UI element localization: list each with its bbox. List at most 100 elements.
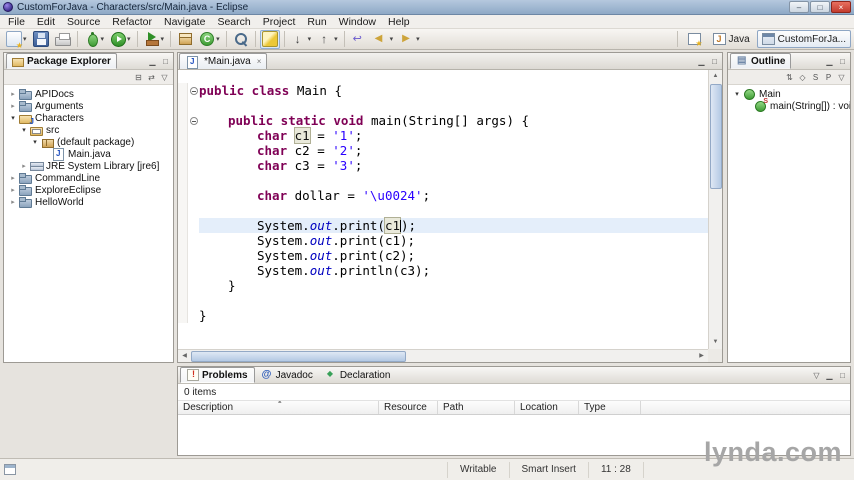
code-line[interactable] — [178, 293, 708, 308]
menu-window[interactable]: Window — [333, 16, 382, 28]
menu-navigate[interactable]: Navigate — [158, 16, 211, 28]
hide-static-members-icon[interactable]: S — [809, 71, 822, 84]
package-explorer-tree[interactable]: ▸ APIDocs ▸ Arguments ▾ Characters ▾ src ▾ (defau… — [4, 86, 173, 362]
perspective-customforja-button[interactable]: CustomForJa... — [756, 30, 851, 48]
expander-icon[interactable]: ▾ — [732, 90, 742, 98]
expander-icon[interactable]: ▸ — [8, 186, 18, 194]
tree-item[interactable]: ▸ JRE System Library [jre6] — [4, 160, 173, 172]
editor-vertical-scrollbar[interactable]: ▲ ▼ — [708, 70, 722, 349]
hide-non-public-members-icon[interactable]: P — [822, 71, 835, 84]
code-line[interactable]: char dollar = '\u0024'; — [178, 188, 708, 203]
debug-button[interactable]: ▾ — [82, 30, 107, 49]
run-button[interactable]: ▾ — [108, 30, 133, 49]
column-header-path[interactable]: Path — [438, 401, 515, 414]
dropdown-arrow-icon[interactable]: ▾ — [161, 35, 165, 43]
maximize-view-icon[interactable]: □ — [159, 55, 172, 68]
menu-project[interactable]: Project — [257, 16, 302, 28]
dropdown-arrow-icon[interactable]: ▾ — [416, 35, 420, 43]
search-button[interactable] — [231, 30, 251, 49]
editor-trim-icon[interactable] — [4, 464, 16, 475]
scroll-down-icon[interactable]: ▼ — [709, 336, 722, 349]
last-edit-location-button[interactable] — [349, 30, 369, 49]
scroll-up-icon[interactable]: ▲ — [709, 70, 722, 83]
titlebar[interactable]: CustomForJava - Characters/src/Main.java… — [0, 0, 854, 15]
save-button[interactable] — [31, 30, 51, 49]
tree-item[interactable]: main(String[]) : void — [728, 98, 850, 112]
maximize-view-icon[interactable]: □ — [836, 369, 849, 382]
code-line[interactable] — [178, 173, 708, 188]
menu-file[interactable]: File — [2, 16, 31, 28]
code-line[interactable]: System.out.print(c1); — [178, 218, 708, 233]
forward-button[interactable]: ▾ — [397, 30, 422, 49]
maximize-button[interactable]: □ — [810, 1, 830, 13]
menu-search[interactable]: Search — [211, 16, 256, 28]
expander-icon[interactable]: ▸ — [8, 102, 18, 110]
minimize-view-icon[interactable]: ▁ — [146, 55, 159, 68]
code-line[interactable]: System.out.print(c1); — [178, 233, 708, 248]
scroll-left-icon[interactable]: ◀ — [178, 350, 191, 363]
menu-edit[interactable]: Edit — [31, 16, 61, 28]
minimize-view-icon[interactable]: ▁ — [823, 369, 836, 382]
dropdown-arrow-icon[interactable]: ▾ — [23, 35, 27, 43]
dropdown-arrow-icon[interactable]: ▾ — [334, 35, 338, 43]
editor-tab-close-icon[interactable]: × — [257, 57, 262, 66]
tree-item[interactable]: Main.java — [4, 148, 173, 161]
editor-tab-main-java[interactable]: *Main.java × — [179, 53, 268, 69]
view-menu-icon[interactable]: ▽ — [158, 71, 171, 84]
tree-item[interactable]: ▾ Main — [728, 88, 850, 100]
run-external-tools-button[interactable]: ▾ — [142, 30, 167, 49]
code-line[interactable]: char c1 = '1'; — [178, 128, 708, 143]
expander-icon[interactable]: ▸ — [8, 90, 18, 98]
menu-source[interactable]: Source — [61, 16, 106, 28]
previous-annotation-button[interactable]: ▾ — [315, 30, 340, 49]
code-line[interactable] — [178, 98, 708, 113]
scroll-right-icon[interactable]: ▶ — [695, 350, 708, 363]
code-line[interactable]: char c2 = '2'; — [178, 143, 708, 158]
dropdown-arrow-icon[interactable]: ▾ — [216, 35, 220, 43]
print-button[interactable] — [53, 30, 73, 49]
expander-icon[interactable]: ▸ — [8, 198, 18, 206]
dropdown-arrow-icon[interactable]: ▾ — [127, 35, 131, 43]
sort-icon[interactable]: ⇅ — [783, 71, 796, 84]
tab-problems[interactable]: Problems — [180, 367, 255, 383]
expander-icon[interactable]: ▸ — [8, 174, 18, 182]
tree-item[interactable]: ▸ Arguments — [4, 100, 173, 112]
collapse-all-icon[interactable]: ⊟ — [132, 71, 145, 84]
package-explorer-tab[interactable]: Package Explorer — [6, 53, 117, 69]
tree-item[interactable]: ▸ CommandLine — [4, 172, 173, 184]
code-line[interactable]: System.out.print(c2); — [178, 248, 708, 263]
back-button[interactable]: ▾ — [371, 30, 396, 49]
tab-javadoc[interactable]: Javadoc — [255, 367, 319, 383]
fold-collapse-icon[interactable] — [189, 86, 198, 95]
mark-occurrences-button[interactable] — [259, 29, 280, 49]
new-wizard-button[interactable]: ▾ — [4, 30, 29, 50]
outline-tree[interactable]: ▾ Mainmain(String[]) : void — [728, 86, 850, 362]
code-line[interactable]: char c3 = '3'; — [178, 158, 708, 173]
menu-refactor[interactable]: Refactor — [106, 16, 158, 28]
tree-item[interactable]: ▾ src — [4, 124, 173, 136]
new-java-class-button[interactable]: ▾ — [197, 30, 222, 49]
tab-declaration[interactable]: Declaration — [319, 367, 397, 383]
column-header-location[interactable]: Location — [515, 401, 579, 414]
tree-item[interactable]: ▸ ExploreEclipse — [4, 184, 173, 196]
minimize-view-icon[interactable]: ▁ — [823, 55, 836, 68]
column-header-resource[interactable]: Resource — [379, 401, 438, 414]
menu-run[interactable]: Run — [301, 16, 332, 28]
fold-collapse-icon[interactable] — [189, 116, 198, 125]
dropdown-arrow-icon[interactable]: ▾ — [390, 35, 394, 43]
maximize-editor-icon[interactable]: □ — [708, 55, 721, 68]
expander-icon[interactable]: ▾ — [19, 126, 29, 134]
minimize-editor-icon[interactable]: ▁ — [695, 55, 708, 68]
minimize-button[interactable]: – — [789, 1, 809, 13]
expander-icon[interactable]: ▾ — [30, 138, 40, 146]
dropdown-arrow-icon[interactable]: ▾ — [308, 35, 312, 43]
view-menu-icon[interactable]: ▽ — [835, 71, 848, 84]
open-perspective-button[interactable] — [683, 30, 706, 48]
dropdown-arrow-icon[interactable]: ▾ — [101, 35, 105, 43]
code-area[interactable]: public class Main {public static void ma… — [178, 70, 708, 349]
maximize-view-icon[interactable]: □ — [836, 55, 849, 68]
column-header-description[interactable]: Description ▴ — [178, 401, 379, 414]
code-line[interactable]: } — [178, 278, 708, 293]
code-line[interactable] — [178, 203, 708, 218]
code-line[interactable]: public static void main(String[] args) { — [178, 113, 708, 128]
